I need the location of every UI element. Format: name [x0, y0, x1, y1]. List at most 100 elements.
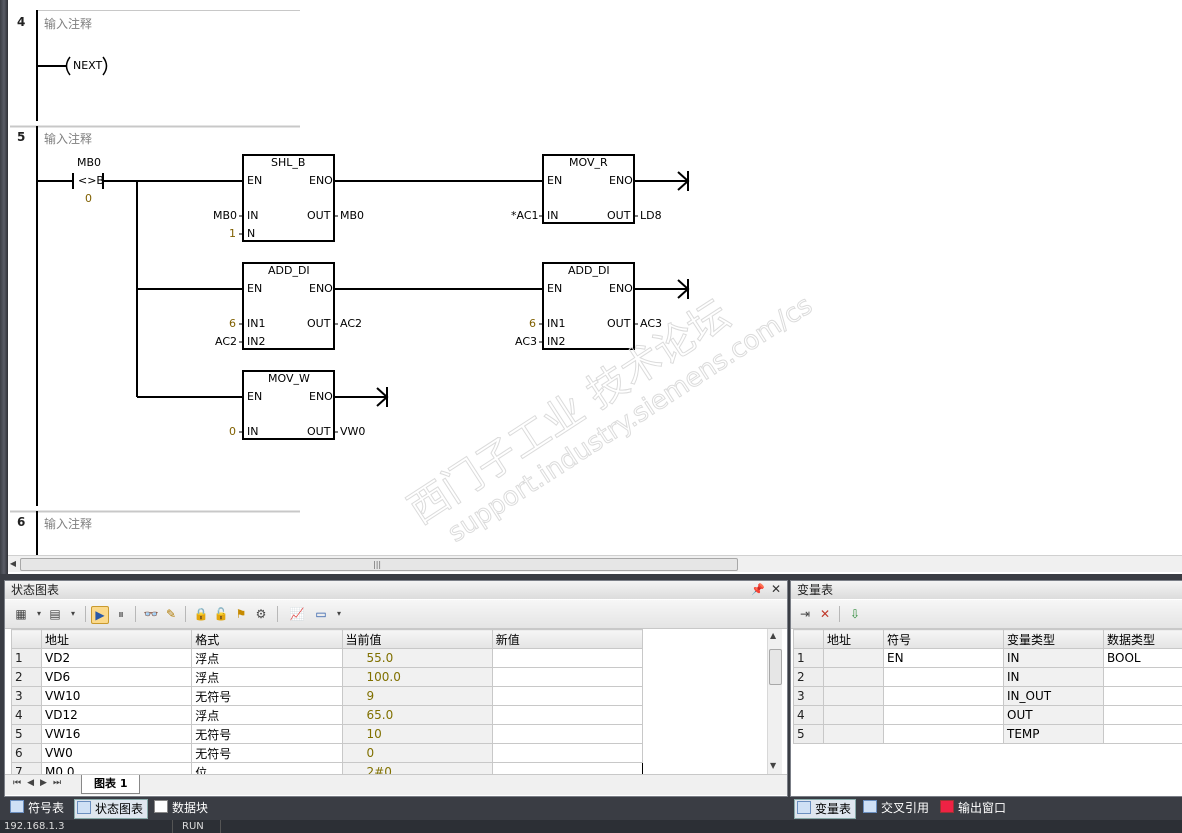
table-row[interactable]: 3 IN_OUT — [793, 686, 1182, 706]
table-row[interactable]: 1 EN IN BOOL — [793, 648, 1182, 668]
unlock-icon[interactable]: 🔓 — [213, 606, 229, 622]
close-icon[interactable]: ✕ — [771, 582, 781, 596]
address-cell[interactable]: VW10 — [41, 686, 193, 706]
format-cell[interactable]: 无符号 — [191, 724, 343, 744]
address-cell[interactable]: VD2 — [41, 648, 193, 668]
column-header[interactable]: 格式 — [191, 629, 343, 649]
symbol-cell[interactable] — [883, 724, 1004, 744]
operand-out[interactable]: LD8 — [640, 210, 662, 222]
pin-in2: IN2 — [547, 335, 566, 348]
pin-icon[interactable]: 📌 — [751, 583, 765, 596]
format-icon[interactable]: ▭ — [313, 606, 329, 622]
column-header[interactable]: 地址 — [823, 629, 884, 649]
table-row[interactable]: 6 VW0 无符号 0 — [11, 743, 643, 763]
scroll-left-icon[interactable]: ◀ — [8, 558, 18, 569]
horizontal-scrollbar[interactable]: ◀ ||| — [8, 555, 1182, 572]
operand-in[interactable]: MB0 — [213, 210, 237, 222]
operand-in2[interactable]: AC2 — [215, 336, 237, 348]
table-insert-icon[interactable]: ▤ — [47, 606, 63, 622]
table-row[interactable]: 2 IN — [793, 667, 1182, 687]
glasses-icon[interactable]: 👓 — [143, 606, 159, 622]
table-row[interactable]: 4 VD12 浮点 65.0 — [11, 705, 643, 725]
operand-out[interactable]: VW0 — [340, 426, 365, 438]
new-value-cell[interactable] — [491, 667, 643, 687]
lock-icon[interactable]: 🔒 — [193, 606, 209, 622]
table-row[interactable]: 3 VW10 无符号 9 — [11, 686, 643, 706]
data-type-cell[interactable]: BOOL — [1103, 648, 1182, 668]
vertical-scrollbar[interactable]: ▲ ▼ — [767, 629, 782, 775]
tab-status-chart[interactable]: 状态图表 — [74, 799, 149, 819]
new-value-cell[interactable] — [491, 724, 643, 744]
column-header[interactable]: 地址 — [41, 629, 193, 649]
dropdown-arrow-icon[interactable]: ▾ — [331, 606, 347, 622]
new-value-cell[interactable] — [491, 705, 643, 725]
toolbar-separator — [185, 606, 186, 622]
table-row[interactable]: 2 VD6 浮点 100.0 — [11, 667, 643, 687]
column-header[interactable]: 变量类型 — [1003, 629, 1104, 649]
symbol-cell[interactable] — [883, 686, 1004, 706]
format-cell[interactable]: 浮点 — [191, 648, 343, 668]
tab-variable-table[interactable]: 变量表 — [794, 799, 857, 819]
scroll-down-icon[interactable]: ▼ — [770, 761, 776, 770]
operand-out[interactable]: AC2 — [340, 318, 362, 330]
scroll-up-icon[interactable]: ▲ — [770, 631, 776, 640]
data-type-cell[interactable] — [1103, 724, 1182, 744]
data-type-cell[interactable] — [1103, 705, 1182, 725]
data-type-cell[interactable] — [1103, 667, 1182, 687]
data-type-cell[interactable] — [1103, 686, 1182, 706]
insert-row-icon[interactable]: ⇥ — [797, 606, 813, 622]
symbol-cell[interactable]: EN — [883, 648, 1004, 668]
table-icon[interactable]: ▦ — [13, 606, 29, 622]
sheet-tab[interactable]: 图表 1 — [81, 775, 141, 794]
address-cell[interactable]: VW0 — [41, 743, 193, 763]
address-cell[interactable]: VD12 — [41, 705, 193, 725]
format-cell[interactable]: 无符号 — [191, 743, 343, 763]
operand-in[interactable]: *AC1 — [511, 210, 539, 222]
force-icon[interactable]: ⚑ — [233, 606, 249, 622]
pin-in1: IN1 — [547, 317, 566, 330]
symbol-cell[interactable] — [883, 667, 1004, 687]
format-cell[interactable]: 无符号 — [191, 686, 343, 706]
new-value-cell[interactable] — [491, 648, 643, 668]
dropdown-arrow-icon[interactable]: ▾ — [65, 606, 81, 622]
operand-out[interactable]: AC3 — [640, 318, 662, 330]
format-cell[interactable]: 浮点 — [191, 705, 343, 725]
scroll-thumb[interactable] — [769, 649, 782, 685]
new-value-cell[interactable] — [491, 743, 643, 763]
address-cell[interactable]: VW16 — [41, 724, 193, 744]
new-value-cell[interactable] — [491, 686, 643, 706]
operand-in1[interactable]: 6 — [529, 318, 536, 330]
delete-row-icon[interactable]: ✕ — [817, 606, 833, 622]
address-cell[interactable]: VD6 — [41, 667, 193, 687]
operand-in[interactable]: 0 — [229, 426, 236, 438]
table-row[interactable]: 1 VD2 浮点 55.0 — [11, 648, 643, 668]
operand-n[interactable]: 1 — [229, 228, 236, 240]
tab-symbol-table[interactable]: 符号表 — [8, 799, 68, 817]
tab-output-window[interactable]: 输出窗口 — [938, 799, 1010, 817]
table-row[interactable]: 5 TEMP — [793, 724, 1182, 744]
tab-cross-reference[interactable]: 交叉引用 — [861, 799, 933, 817]
column-header[interactable]: 当前值 — [341, 629, 493, 649]
monitor-start-icon[interactable]: ▶ — [91, 606, 109, 624]
operand-in2[interactable]: AC3 — [515, 336, 537, 348]
column-header[interactable]: 新值 — [491, 629, 643, 649]
table-row[interactable]: 5 VW16 无符号 10 — [11, 724, 643, 744]
variable-type-cell: IN — [1003, 667, 1104, 687]
sheet-nav-icons[interactable]: ⏮◀▶⏭ — [13, 778, 67, 788]
table-row[interactable]: 4 OUT — [793, 705, 1182, 725]
read-all-icon[interactable]: ⚙ — [253, 606, 269, 622]
column-header[interactable]: 数据类型 — [1103, 629, 1182, 649]
dropdown-arrow-icon[interactable]: ▾ — [31, 606, 47, 622]
trend-chart-icon[interactable]: 📈 — [289, 606, 305, 622]
monitor-pause-icon[interactable]: ⏸ — [113, 606, 129, 622]
ladder-editor[interactable]: 4 输入注释 5 输入注释 6 输入注释 西门子工业 技术论坛 support.… — [0, 0, 1182, 574]
scroll-thumb[interactable]: ||| — [20, 558, 738, 571]
operand-in1[interactable]: 6 — [229, 318, 236, 330]
operand-out[interactable]: MB0 — [340, 210, 364, 222]
pencil-icon[interactable]: ✎ — [163, 606, 179, 622]
symbol-cell[interactable] — [883, 705, 1004, 725]
format-cell[interactable]: 浮点 — [191, 667, 343, 687]
column-header[interactable]: 符号 — [883, 629, 1004, 649]
download-icon[interactable]: ⇩ — [847, 606, 863, 622]
tab-data-block[interactable]: 数据块 — [152, 799, 212, 817]
